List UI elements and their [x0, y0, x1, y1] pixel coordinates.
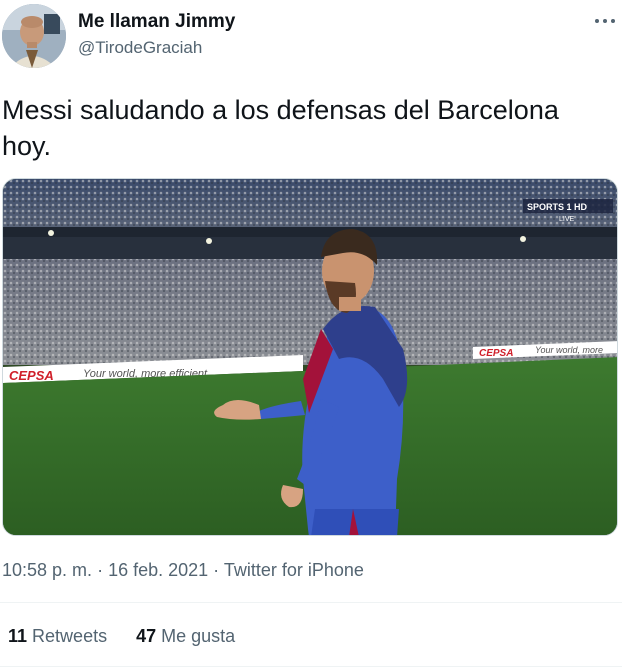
media-image: CEPSA Your world, more efficient CEPSA Y…	[3, 179, 617, 535]
retweets-stat[interactable]: 11 Retweets	[8, 624, 107, 648]
likes-label: Me gusta	[161, 626, 236, 646]
avatar-image	[2, 4, 66, 68]
more-horizontal-icon	[595, 19, 615, 23]
tweet-date[interactable]: 16 feb. 2021	[108, 560, 208, 580]
meta-separator: ·	[208, 560, 224, 580]
divider	[0, 666, 622, 667]
likes-stat[interactable]: 47 Me gusta	[136, 624, 235, 648]
divider	[0, 602, 622, 603]
ad-board-right-slogan: Your world, more	[535, 345, 603, 355]
tweet-media[interactable]: CEPSA Your world, more efficient CEPSA Y…	[2, 178, 618, 536]
broadcaster-logo: SPORTS 1 HD	[527, 202, 588, 212]
broadcaster-live: LIVE	[559, 216, 575, 223]
meta-separator: ·	[92, 560, 109, 580]
tweet-source-link[interactable]: Twitter for iPhone	[224, 560, 364, 580]
retweets-count: 11	[8, 626, 28, 646]
likes-count: 47	[136, 626, 157, 646]
author-block: Me llaman Jimmy @TirodeGraciah	[78, 10, 235, 60]
retweets-label: Retweets	[32, 626, 108, 646]
ad-board-right-brand: CEPSA	[479, 348, 513, 359]
tweet-time[interactable]: 10:58 p. m.	[2, 560, 92, 580]
tweet-stats: 11 Retweets 47 Me gusta	[8, 624, 259, 648]
tweet-meta: 10:58 p. m. · 16 feb. 2021 · Twitter for…	[2, 558, 364, 582]
avatar[interactable]	[2, 4, 66, 68]
more-options-button[interactable]	[594, 8, 616, 31]
ad-board-left-brand: CEPSA	[9, 368, 54, 383]
tweet-text: Messi saludando a los defensas del Barce…	[2, 95, 559, 161]
display-name[interactable]: Me llaman Jimmy	[78, 10, 235, 34]
user-handle[interactable]: @TirodeGraciah	[78, 36, 235, 60]
